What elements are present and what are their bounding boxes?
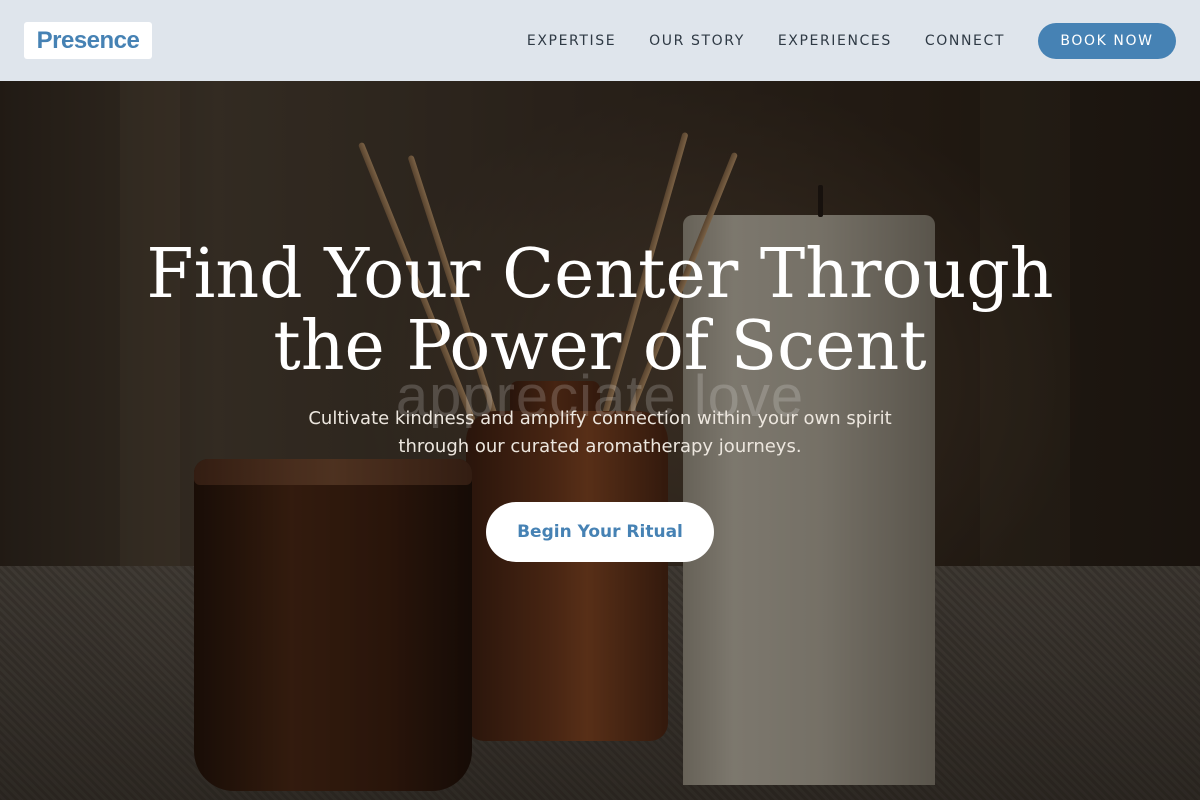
hero: appreciate love Find Your Center Through… xyxy=(0,81,1200,800)
hero-subtext-line2: through our curated aromatherapy journey… xyxy=(398,436,802,457)
nav-link-experiences[interactable]: EXPERIENCES xyxy=(778,33,892,49)
begin-ritual-button[interactable]: Begin Your Ritual xyxy=(486,502,714,562)
nav-link-connect[interactable]: CONNECT xyxy=(925,33,1005,49)
hero-headline-line1: Find Your Center Through xyxy=(146,235,1054,314)
logo[interactable]: Presence xyxy=(24,22,152,59)
hero-subtext: Cultivate kindness and amplify connectio… xyxy=(270,405,930,461)
hero-headline: Find Your Center Through the Power of Sc… xyxy=(100,239,1100,383)
hero-headline-line2: the Power of Scent xyxy=(273,307,927,386)
book-now-button[interactable]: BOOK NOW xyxy=(1038,22,1176,59)
nav-link-expertise[interactable]: EXPERTISE xyxy=(527,33,616,49)
nav-link-our-story[interactable]: OUR STORY xyxy=(649,33,745,49)
hero-subtext-line1: Cultivate kindness and amplify connectio… xyxy=(308,408,892,429)
site-header: Presence EXPERTISE OUR STORY EXPERIENCES… xyxy=(0,0,1200,81)
main-nav: EXPERTISE OUR STORY EXPERIENCES CONNECT … xyxy=(527,22,1176,59)
